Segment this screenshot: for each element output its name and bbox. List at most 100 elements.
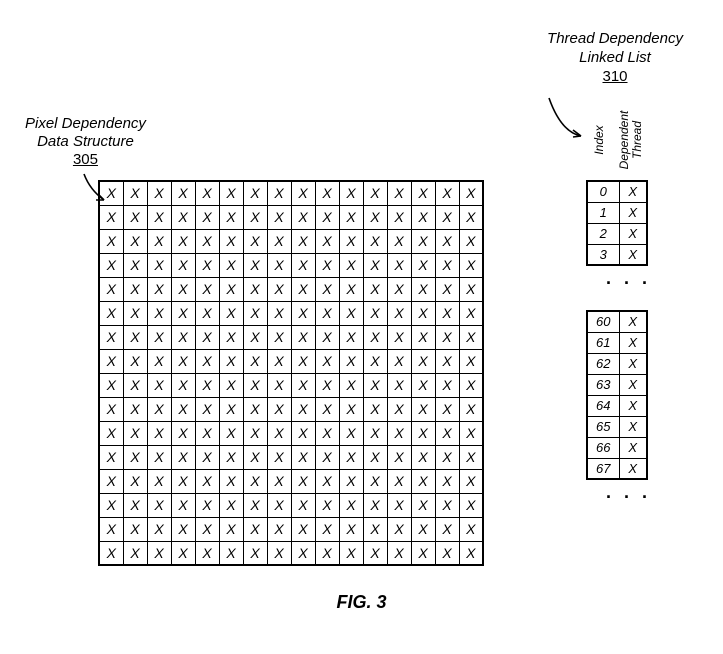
grid-cell: X bbox=[459, 277, 483, 301]
table-cell-index: 61 bbox=[587, 332, 619, 353]
grid-cell: X bbox=[387, 325, 411, 349]
grid-cell: X bbox=[171, 205, 195, 229]
grid-cell: X bbox=[339, 493, 363, 517]
grid-cell: X bbox=[459, 301, 483, 325]
grid-cell: X bbox=[387, 253, 411, 277]
grid-cell: X bbox=[291, 421, 315, 445]
grid-cell: X bbox=[459, 445, 483, 469]
grid-cell: X bbox=[291, 181, 315, 205]
grid-cell: X bbox=[171, 181, 195, 205]
grid-cell: X bbox=[195, 325, 219, 349]
grid-cell: X bbox=[171, 349, 195, 373]
column-header-dependent-thread: Dependent Thread bbox=[595, 125, 667, 155]
grid-cell: X bbox=[411, 325, 435, 349]
grid-cell: X bbox=[387, 421, 411, 445]
table-cell-value: X bbox=[619, 332, 647, 353]
grid-cell: X bbox=[387, 301, 411, 325]
grid-cell: X bbox=[435, 469, 459, 493]
grid-cell: X bbox=[435, 421, 459, 445]
grid-cell: X bbox=[339, 277, 363, 301]
grid-cell: X bbox=[267, 445, 291, 469]
grid-cell: X bbox=[99, 397, 123, 421]
grid-cell: X bbox=[147, 397, 171, 421]
grid-cell: X bbox=[195, 469, 219, 493]
linked-list-table-top: 0X1X2X3X bbox=[586, 180, 648, 266]
grid-cell: X bbox=[219, 349, 243, 373]
grid-cell: X bbox=[339, 397, 363, 421]
grid-cell: X bbox=[411, 541, 435, 565]
grid-cell: X bbox=[147, 445, 171, 469]
grid-cell: X bbox=[435, 325, 459, 349]
grid-cell: X bbox=[315, 421, 339, 445]
grid-cell: X bbox=[123, 349, 147, 373]
grid-cell: X bbox=[411, 445, 435, 469]
grid-cell: X bbox=[291, 541, 315, 565]
grid-cell: X bbox=[315, 325, 339, 349]
grid-cell: X bbox=[195, 229, 219, 253]
grid-cell: X bbox=[339, 325, 363, 349]
grid-cell: X bbox=[171, 397, 195, 421]
left-label-line2: Data Structure bbox=[37, 133, 134, 150]
grid-cell: X bbox=[195, 205, 219, 229]
grid-cell: X bbox=[123, 301, 147, 325]
grid-cell: X bbox=[99, 205, 123, 229]
grid-cell: X bbox=[435, 541, 459, 565]
grid-cell: X bbox=[291, 397, 315, 421]
grid-cell: X bbox=[219, 517, 243, 541]
grid-cell: X bbox=[99, 493, 123, 517]
grid-cell: X bbox=[411, 205, 435, 229]
grid-cell: X bbox=[219, 277, 243, 301]
right-title-line1: Thread Dependency bbox=[547, 30, 683, 47]
table-cell-index: 66 bbox=[587, 437, 619, 458]
grid-cell: X bbox=[195, 541, 219, 565]
grid-cell: X bbox=[315, 301, 339, 325]
grid-cell: X bbox=[123, 445, 147, 469]
grid-cell: X bbox=[219, 325, 243, 349]
grid-cell: X bbox=[267, 541, 291, 565]
grid-cell: X bbox=[219, 397, 243, 421]
table-cell-index: 60 bbox=[587, 311, 619, 332]
grid-cell: X bbox=[411, 397, 435, 421]
grid-cell: X bbox=[123, 541, 147, 565]
grid-cell: X bbox=[195, 277, 219, 301]
grid-cell: X bbox=[411, 469, 435, 493]
grid-cell: X bbox=[435, 253, 459, 277]
grid-cell: X bbox=[435, 517, 459, 541]
grid-cell: X bbox=[291, 253, 315, 277]
grid-cell: X bbox=[171, 517, 195, 541]
grid-cell: X bbox=[363, 445, 387, 469]
grid-cell: X bbox=[387, 517, 411, 541]
grid-cell: X bbox=[219, 469, 243, 493]
grid-cell: X bbox=[387, 397, 411, 421]
grid-cell: X bbox=[387, 205, 411, 229]
grid-cell: X bbox=[267, 517, 291, 541]
grid-cell: X bbox=[363, 301, 387, 325]
grid-cell: X bbox=[147, 373, 171, 397]
grid-cell: X bbox=[267, 205, 291, 229]
grid-cell: X bbox=[387, 469, 411, 493]
grid-cell: X bbox=[99, 469, 123, 493]
grid-cell: X bbox=[267, 397, 291, 421]
pixel-dependency-label: Pixel Dependency Data Structure 305 bbox=[25, 115, 146, 169]
grid-cell: X bbox=[243, 253, 267, 277]
grid-cell: X bbox=[171, 373, 195, 397]
grid-cell: X bbox=[243, 493, 267, 517]
thread-dependency-title: Thread Dependency Linked List 310 bbox=[535, 30, 695, 86]
grid-cell: X bbox=[171, 277, 195, 301]
grid-cell: X bbox=[339, 517, 363, 541]
right-title-line2: Linked List bbox=[579, 49, 651, 66]
grid-cell: X bbox=[387, 349, 411, 373]
table-cell-value: X bbox=[619, 437, 647, 458]
grid-cell: X bbox=[435, 277, 459, 301]
grid-cell: X bbox=[147, 301, 171, 325]
grid-cell: X bbox=[435, 229, 459, 253]
ellipsis-bottom: . . . bbox=[606, 482, 651, 503]
table-cell-value: X bbox=[619, 181, 647, 202]
grid-cell: X bbox=[219, 253, 243, 277]
table-cell-value: X bbox=[619, 223, 647, 244]
grid-cell: X bbox=[171, 253, 195, 277]
grid-cell: X bbox=[123, 325, 147, 349]
grid-cell: X bbox=[267, 325, 291, 349]
grid-cell: X bbox=[363, 349, 387, 373]
grid-cell: X bbox=[411, 421, 435, 445]
